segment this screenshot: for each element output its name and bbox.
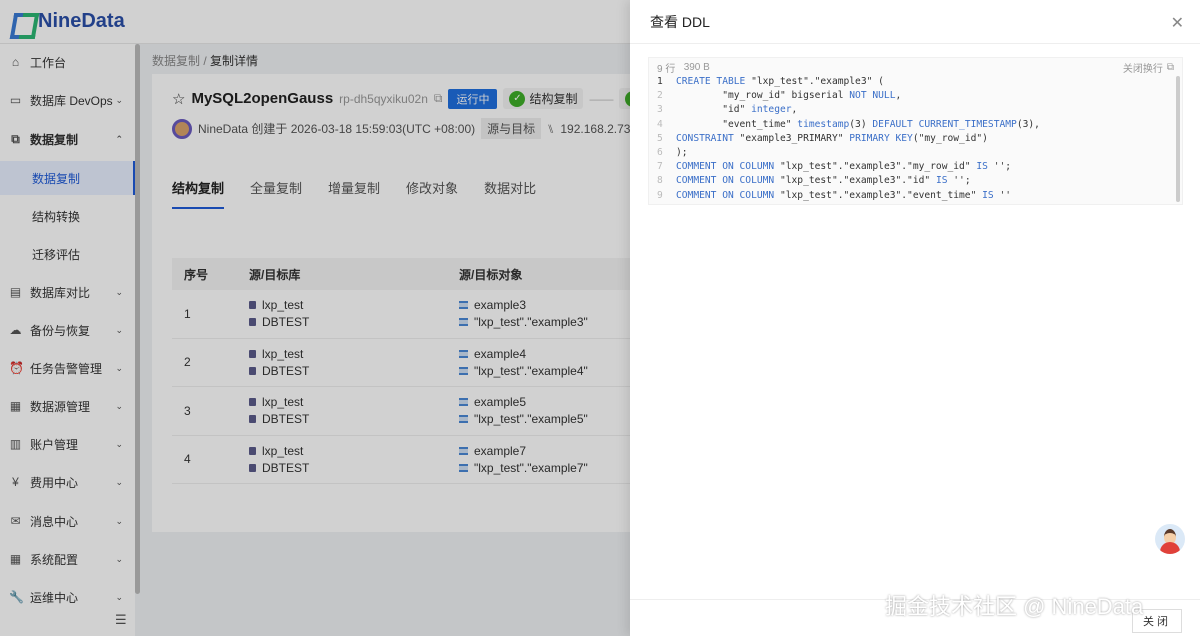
code-text: COMMENT ON COLUMN "lxp_test"."example3".… <box>676 189 1012 201</box>
code-line: 4 "event_time" timestamp(3) DEFAULT CURR… <box>649 119 1182 133</box>
code-line: 2 "my_row_id" bigserial NOT NULL, <box>649 90 1182 104</box>
code-text: CONSTRAINT "example3_PRIMARY" PRIMARY KE… <box>676 132 988 144</box>
code-line: 9 COMMENT ON COLUMN "lxp_test"."example3"… <box>649 190 1182 204</box>
code-line: 6); <box>649 147 1182 161</box>
code-line: 7 COMMENT ON COLUMN "lxp_test"."example3"… <box>649 161 1182 175</box>
code-text: ); <box>676 146 688 158</box>
code-text: "id" integer, <box>676 104 798 116</box>
drawer-title: 查看 DDL <box>650 13 710 30</box>
code-scrollbar[interactable] <box>1176 76 1180 202</box>
line-number: 9 <box>657 189 663 201</box>
code-viewer: 9 行 390 B 关闭换行 ⧉ 1 CREATE TABLE "lxp_test"… <box>648 57 1183 205</box>
line-number: 6 <box>657 146 663 158</box>
line-number: 2 <box>657 90 663 102</box>
line-number: 4 <box>657 118 663 130</box>
code-line: 8 COMMENT ON COLUMN "lxp_test"."example3"… <box>649 175 1182 189</box>
code-text: COMMENT ON COLUMN "lxp_test"."example3".… <box>676 161 1012 173</box>
ddl-drawer: 查看 DDL ✕ 9 行 390 B 关闭换行 ⧉ 1 CREATE TABLE "… <box>630 0 1200 636</box>
line-number: 7 <box>657 161 663 173</box>
customer-support-avatar-icon[interactable] <box>1155 524 1185 554</box>
code-line: 1 CREATE TABLE "lxp_test"."example3" ( <box>649 76 1182 90</box>
line-number: 3 <box>657 104 663 116</box>
code-size: 390 B <box>683 61 710 73</box>
code-text: "event_time" timestamp(3) DEFAULT CURREN… <box>676 118 1040 130</box>
code-text: "my_row_id" bigserial NOT NULL, <box>676 90 902 102</box>
code-line: 3 "id" integer, <box>649 104 1182 118</box>
watermark: 掘金技术社区 @ NineData <box>885 594 1144 619</box>
line-count: 9 行 <box>657 63 676 75</box>
copy-icon[interactable]: ⧉ <box>1167 62 1174 73</box>
line-number: 1 <box>657 76 663 87</box>
code-text: CREATE TABLE "lxp_test"."example3" ( <box>676 76 884 87</box>
code-text: COMMENT ON COLUMN "lxp_test"."example3".… <box>676 175 971 187</box>
close-icon[interactable]: ✕ <box>1171 13 1184 33</box>
line-number: 5 <box>657 132 663 144</box>
code-line: 5 CONSTRAINT "example3_PRIMARY" PRIMARY K… <box>649 133 1182 147</box>
modal-mask[interactable] <box>0 0 630 636</box>
toggle-wrap-button[interactable]: 关闭换行 <box>1123 60 1163 75</box>
line-number: 8 <box>657 175 663 187</box>
